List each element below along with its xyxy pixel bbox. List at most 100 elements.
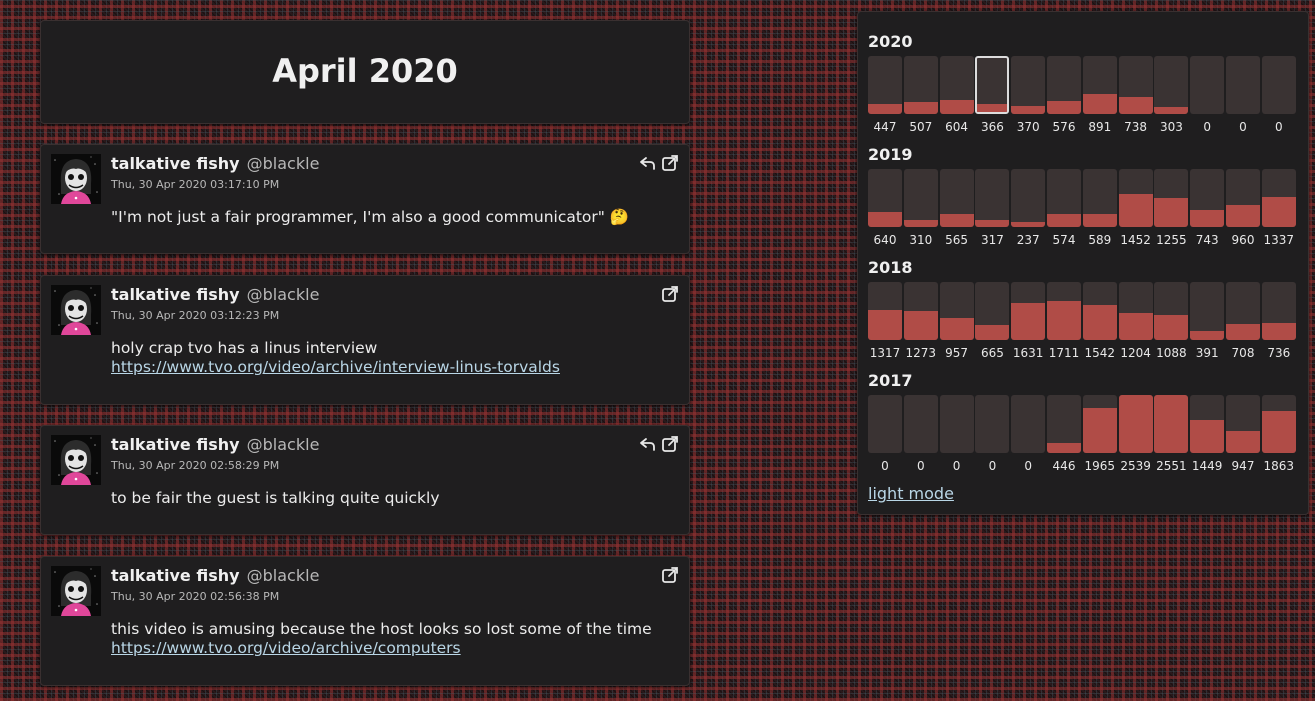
post-actions [639, 154, 679, 172]
author-name: talkative fishy [111, 285, 240, 304]
month-bar [975, 395, 1010, 453]
post-link[interactable]: https://www.tvo.org/video/archive/interv… [111, 358, 560, 377]
post-actions [661, 566, 679, 584]
month-bar [1011, 282, 1046, 340]
month-bar [1011, 395, 1046, 453]
month-bar [1047, 395, 1081, 453]
post-timestamp: Thu, 30 Apr 2020 02:56:38 PM [111, 590, 280, 603]
month-bar-fill [1118, 97, 1153, 114]
month-bar [1154, 282, 1189, 340]
month-bar-fill [975, 219, 1010, 227]
post-card: talkative fishy @blackle Thu, 30 Apr 2020… [40, 556, 690, 686]
month-bar [903, 56, 938, 114]
month-bar [903, 169, 938, 227]
month-bar [975, 169, 1010, 227]
year-label: 2020 [868, 32, 913, 51]
month-bar [903, 395, 938, 453]
post-author: talkative fishy @blackle [111, 435, 319, 454]
month-bar-fill [868, 103, 902, 114]
month-bar [1047, 169, 1081, 227]
post-card: talkative fishy @blackle Thu, 30 Apr 2020… [40, 275, 690, 405]
month-bar-fill [1190, 210, 1225, 227]
month-bar [1190, 56, 1225, 114]
open-external-icon[interactable] [661, 566, 679, 584]
month-bar-fill [1261, 196, 1296, 227]
year-label: 2019 [868, 145, 913, 164]
year-label: 2017 [868, 371, 913, 390]
open-external-icon[interactable] [661, 285, 679, 303]
month-bar-fill [1190, 420, 1225, 453]
author-handle: @blackle [241, 285, 320, 304]
month-bar-fill [1154, 198, 1189, 227]
month-count: 0 [1274, 120, 1283, 134]
month-bar-fill [939, 100, 974, 114]
open-external-icon[interactable] [661, 154, 679, 172]
author-name: talkative fishy [111, 435, 240, 454]
author-handle: @blackle [241, 154, 320, 173]
month-bar [868, 56, 902, 114]
avatar [51, 285, 101, 335]
month-bar-fill [1047, 100, 1081, 114]
post-timestamp: Thu, 30 Apr 2020 02:58:29 PM [111, 459, 280, 472]
month-bar [868, 169, 902, 227]
reply-icon[interactable] [639, 154, 657, 172]
month-bar-fill [1226, 323, 1260, 340]
month-bar [1154, 395, 1189, 453]
month-bar [1011, 56, 1046, 114]
month-bar-fill [1261, 323, 1296, 340]
month-bar [1082, 395, 1117, 453]
year-label: 2018 [868, 258, 913, 277]
post-timestamp: Thu, 30 Apr 2020 03:12:23 PM [111, 309, 280, 322]
month-bar-fill [1011, 221, 1046, 227]
post-text-line: to be fair the guest is talking quite qu… [111, 489, 440, 507]
month-bar-fill [1118, 395, 1153, 453]
month-bar [939, 282, 974, 340]
post-card: talkative fishy @blackle Thu, 30 Apr 2020… [40, 425, 690, 535]
month-bar [1261, 282, 1296, 340]
month-bar [939, 395, 974, 453]
month-bar [1082, 169, 1117, 227]
reply-icon[interactable] [639, 435, 657, 453]
month-bar-fill [1226, 431, 1260, 453]
month-bar [975, 282, 1010, 340]
month-bar [1190, 395, 1225, 453]
month-bar [939, 56, 974, 114]
author-name: talkative fishy [111, 566, 240, 585]
month-bar-fill [1226, 205, 1260, 227]
post-author: talkative fishy @blackle [111, 285, 319, 304]
author-handle: @blackle [241, 435, 320, 454]
author-name: talkative fishy [111, 154, 240, 173]
month-bar-fill [1118, 194, 1153, 227]
month-bar [1118, 395, 1153, 453]
open-external-icon[interactable] [661, 435, 679, 453]
month-bar [1047, 282, 1081, 340]
month-count: 736 [1267, 346, 1291, 360]
post-actions [661, 285, 679, 303]
month-header: April 2020 [40, 20, 690, 124]
month-bar [1082, 56, 1117, 114]
month-bar [903, 282, 938, 340]
month-bar [1082, 282, 1117, 340]
month-bar-fill [1082, 408, 1117, 453]
post-text: to be fair the guest is talking quite qu… [111, 489, 440, 508]
light-mode-link[interactable]: light mode [868, 484, 954, 503]
month-bar-fill [1082, 93, 1117, 114]
post-card: talkative fishy @blackle Thu, 30 Apr 2020… [40, 144, 690, 254]
month-bar [1261, 56, 1296, 114]
month-bar [1261, 395, 1296, 453]
month-bar-fill [939, 318, 974, 340]
month-bar-fill [1154, 395, 1189, 453]
month-count: 1863 [1263, 459, 1295, 473]
month-bar [868, 395, 902, 453]
post-text: holy crap tvo has a linus interview https… [111, 339, 560, 377]
post-link[interactable]: https://www.tvo.org/video/archive/comput… [111, 639, 652, 658]
post-author: talkative fishy @blackle [111, 566, 319, 585]
month-bar-fill [1011, 105, 1046, 114]
post-text: "I'm not just a fair programmer, I'm als… [111, 208, 629, 227]
post-text-line: holy crap tvo has a linus interview [111, 339, 378, 357]
month-bar [939, 169, 974, 227]
month-bar [1118, 169, 1153, 227]
month-bar [1190, 169, 1225, 227]
month-bar [1118, 56, 1153, 114]
month-bar-fill [903, 102, 938, 114]
